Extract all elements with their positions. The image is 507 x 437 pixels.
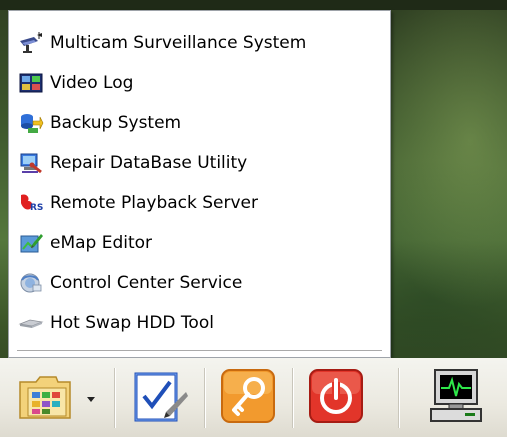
key-icon [220,368,276,428]
monitor-icon [425,366,487,430]
hot-swap-hdd-icon [18,311,44,335]
menu-item-label: Video Log [50,73,134,93]
menu-item-label: Repair DataBase Utility [50,153,248,173]
dropdown-arrow-icon [85,389,97,408]
repair-database-icon [18,151,44,175]
menu-item-label: eMap Editor [50,233,153,253]
launcher-menu: Multicam Surveillance System Video Log B… [8,10,391,358]
desktop-wallpaper-edge [0,0,507,10]
folder-menu-icon [16,368,74,428]
menu-item-label: Backup System [50,113,182,133]
menu-item-hot-swap-hdd-tool[interactable]: Hot Swap HDD Tool [18,305,378,341]
menu-item-video-log[interactable]: Video Log [18,65,378,101]
menu-item-label: Control Center Service [50,273,243,293]
launcher-folder-button[interactable] [10,365,80,431]
taskbar-divider [398,368,400,428]
surveillance-camera-icon [18,31,44,55]
menu-item-remote-playback-server[interactable]: RS Remote Playback Server [18,185,378,221]
menu-item-emap-editor[interactable]: eMap Editor [18,225,378,261]
taskbar-divider [114,368,116,428]
menu-item-backup-system[interactable]: Backup System [18,105,378,141]
desktop: Multicam Surveillance System Video Log B… [0,0,507,437]
menu-item-multicam-surveillance-system[interactable]: Multicam Surveillance System [18,25,378,61]
taskbar-divider [292,368,294,428]
video-log-icon [18,71,44,95]
launcher-dropdown-button[interactable] [82,365,100,431]
taskbar [0,358,507,437]
taskbar-divider [204,368,206,428]
menu-item-repair-database-utility[interactable]: Repair DataBase Utility [18,145,378,181]
menu-separator [17,350,382,352]
remote-playback-icon: RS [18,191,44,215]
menu-item-label: Remote Playback Server [50,193,259,213]
checklist-button[interactable] [126,365,194,431]
key-button[interactable] [214,365,282,431]
checklist-icon [130,368,190,428]
menu-item-label: Multicam Surveillance System [50,33,307,53]
power-icon [308,368,364,428]
svg-text:RS: RS [30,203,43,213]
power-button[interactable] [302,365,370,431]
control-center-icon [18,271,44,295]
menu-item-label: Hot Swap HDD Tool [50,313,214,333]
emap-editor-icon [18,231,44,255]
backup-icon [18,111,44,135]
system-monitor-button[interactable] [418,365,494,431]
menu-item-control-center-service[interactable]: Control Center Service [18,265,378,301]
